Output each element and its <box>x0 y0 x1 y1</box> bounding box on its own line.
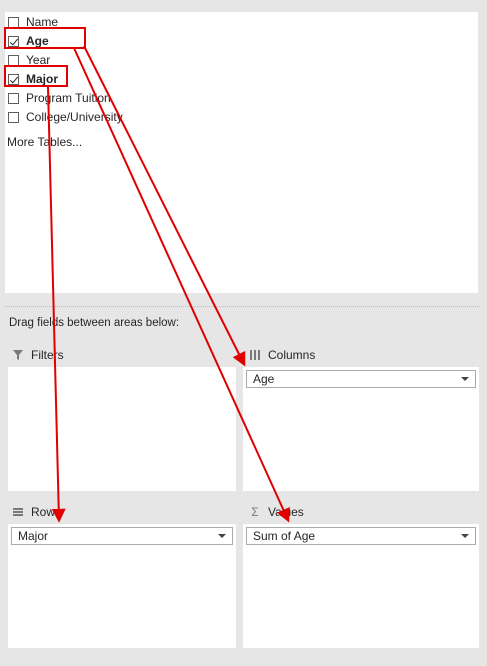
more-tables-link[interactable]: More Tables... <box>7 135 82 149</box>
values-drop-area[interactable]: Sum of Age <box>243 524 479 648</box>
columns-field-age[interactable]: Age <box>246 370 476 388</box>
highlight-major-box <box>4 65 68 87</box>
columns-field-label: Age <box>253 372 275 386</box>
rows-field-major[interactable]: Major <box>11 527 233 545</box>
sigma-icon: Σ <box>251 505 259 519</box>
checkbox-program-tuition[interactable] <box>8 92 19 104</box>
highlight-age-box <box>4 27 86 49</box>
field-label-program-tuition: Program Tuition <box>26 91 111 105</box>
filter-icon <box>13 350 23 360</box>
filters-label: Filters <box>31 348 64 362</box>
rows-area-label: Rows <box>12 505 61 519</box>
rows-label: Rows <box>31 505 62 519</box>
checkbox-name[interactable] <box>8 16 19 28</box>
filters-drop-area[interactable] <box>8 367 236 491</box>
drag-hint-text: Drag fields between areas below: <box>9 317 180 329</box>
values-area-label: Σ Values <box>249 505 304 519</box>
field-item-college-university[interactable]: College/University <box>8 108 123 126</box>
values-field-sum-of-age[interactable]: Sum of Age <box>246 527 476 545</box>
filters-area-label: Filters <box>12 348 64 362</box>
pivot-field-list: Name Age Year Major Program Tuition Coll… <box>5 12 478 293</box>
values-field-label: Sum of Age <box>253 529 316 543</box>
rows-icon <box>13 508 23 516</box>
section-divider <box>5 306 480 307</box>
field-label-college-university: College/University <box>26 110 123 124</box>
columns-icon <box>250 350 260 360</box>
values-label: Values <box>268 505 304 519</box>
dropdown-caret-icon[interactable] <box>461 534 469 538</box>
columns-drop-area[interactable]: Age <box>243 367 479 491</box>
dropdown-caret-icon[interactable] <box>461 377 469 381</box>
columns-area-label: Columns <box>249 348 315 362</box>
rows-drop-area[interactable]: Major <box>8 524 236 648</box>
columns-label: Columns <box>268 348 316 362</box>
dropdown-caret-icon[interactable] <box>218 534 226 538</box>
field-item-program-tuition[interactable]: Program Tuition <box>8 89 111 107</box>
rows-field-label: Major <box>18 529 49 543</box>
checkbox-college-university[interactable] <box>8 111 19 123</box>
checkbox-year[interactable] <box>8 54 19 66</box>
